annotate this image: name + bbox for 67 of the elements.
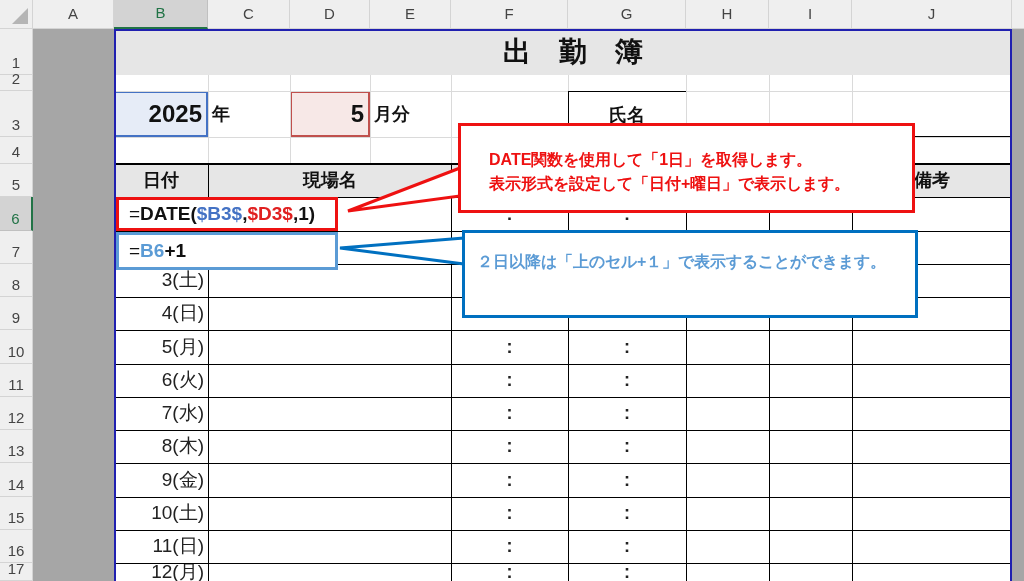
callout-text: ２日以降は「上のセル+１」で表示することができます。 xyxy=(477,252,888,272)
row-header[interactable]: 6 xyxy=(0,197,33,231)
date-cell-text: 6(火) xyxy=(160,368,205,393)
time-cell-text: : xyxy=(623,535,631,558)
time-cell-text: : xyxy=(623,369,631,392)
column-header[interactable]: F xyxy=(451,0,568,29)
column-header[interactable]: A xyxy=(33,0,114,29)
date-cell-text: 11(日) xyxy=(151,534,205,559)
date-cell-text: 5(月) xyxy=(160,334,205,359)
row-header[interactable]: 16 xyxy=(0,530,33,563)
row-header[interactable]: 4 xyxy=(0,137,33,164)
column-title: 備考 xyxy=(914,169,950,192)
time-cell-text: : xyxy=(623,435,631,458)
column-header[interactable]: C xyxy=(208,0,290,29)
row-header[interactable]: 9 xyxy=(0,297,33,330)
column-header[interactable]: G xyxy=(568,0,686,29)
time-cell-text: : xyxy=(505,402,514,425)
sheet-title: 出 勤 簿 xyxy=(114,29,1012,75)
time-cell-text: : xyxy=(623,335,631,359)
row-header[interactable]: 1 xyxy=(0,29,33,75)
time-cell-text: : xyxy=(505,563,514,581)
name-label: 氏名 xyxy=(609,103,645,127)
row-header[interactable]: 5 xyxy=(0,164,33,197)
row-header[interactable]: 13 xyxy=(0,430,33,463)
formula-tooltip: =DATE($B3$,$D3$,1) xyxy=(116,197,338,231)
row-header[interactable]: 17 xyxy=(0,563,33,581)
time-cell-text: : xyxy=(505,369,514,392)
column-header[interactable]: I xyxy=(769,0,852,29)
callout-text: DATE関数を使用して「1日」を取得します。 xyxy=(489,150,814,170)
time-cell-text: : xyxy=(623,502,631,525)
row-header[interactable]: 7 xyxy=(0,231,33,264)
time-cell-text: : xyxy=(623,468,631,492)
callout-text: 表示形式を設定して「日付+曜日」で表示します。 xyxy=(489,174,852,194)
row-header[interactable]: 8 xyxy=(0,264,33,297)
row-header[interactable]: 12 xyxy=(0,397,33,430)
row-header[interactable]: 10 xyxy=(0,330,33,364)
input-cell[interactable]: 2025 xyxy=(114,91,208,137)
unit-label: 月分 xyxy=(373,102,411,126)
time-cell-text: : xyxy=(505,335,514,359)
row-header[interactable]: 15 xyxy=(0,497,33,530)
time-cell-text: : xyxy=(505,435,514,458)
column-header[interactable]: B xyxy=(114,0,208,29)
row-header[interactable]: 14 xyxy=(0,463,33,497)
date-cell-text: 10(土) xyxy=(150,501,205,526)
column-header[interactable]: H xyxy=(686,0,769,29)
date-cell-text: 12(月) xyxy=(150,563,205,581)
input-cell[interactable]: 5 xyxy=(290,91,370,137)
row-header[interactable]: 2 xyxy=(0,75,33,91)
column-title: 現場名 xyxy=(302,169,357,192)
row-header[interactable]: 11 xyxy=(0,364,33,397)
date-cell-text: 9(金) xyxy=(160,467,205,492)
date-cell-text: 7(水) xyxy=(160,401,205,426)
column-title: 日付 xyxy=(143,169,179,192)
column-header[interactable]: D xyxy=(290,0,370,29)
column-header[interactable]: E xyxy=(370,0,451,29)
date-cell-text: 3(土) xyxy=(160,268,205,293)
time-cell-text: : xyxy=(623,402,631,425)
date-cell-text: 8(木) xyxy=(160,434,205,459)
header-strip xyxy=(1012,0,1024,29)
row-header[interactable]: 3 xyxy=(0,91,33,137)
column-header[interactable]: J xyxy=(852,0,1012,29)
time-cell-text: : xyxy=(505,468,514,492)
time-cell-text: : xyxy=(505,502,514,525)
unit-label: 年 xyxy=(211,102,231,126)
date-cell-text: 4(日) xyxy=(160,301,205,326)
time-cell-text: : xyxy=(623,563,631,581)
time-cell-text: : xyxy=(505,535,514,558)
